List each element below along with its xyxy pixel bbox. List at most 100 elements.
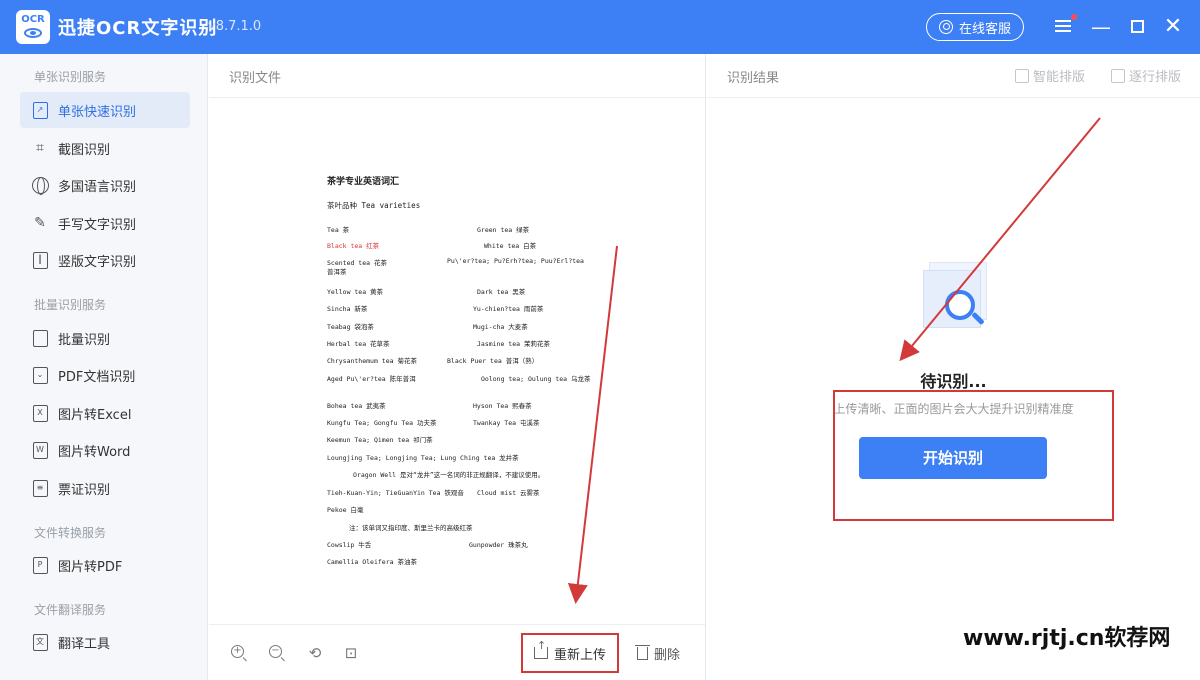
sidebar-item-to-pdf[interactable]: P 图片转PDF [20,547,190,583]
ticket-icon: ≡ [30,478,50,498]
hamburger-menu-icon [1055,20,1071,32]
document-row: 普洱茶 [327,268,347,276]
user-icon [938,20,953,34]
file-panel-header: 识别文件 [209,54,705,98]
zoom-out-icon: − [269,645,282,658]
fit-button[interactable]: ⊡ [341,643,361,663]
zoom-out-button[interactable]: − [267,643,287,663]
document-row: Tea 茶 Green tea 绿茶 [327,226,530,234]
zoom-in-button[interactable]: + [229,643,249,663]
fit-screen-icon: ⊡ [344,644,358,662]
document-row: Sincha 新茶 Yu-chien?tea 雨前茶 [327,305,544,313]
document-row: 注：该单词又指印度、斯里兰卡的高级红茶 [349,524,473,532]
title-bar: OCR 迅捷OCR文字识别 v8.7.1.0 在线客服 — ✕ [0,0,1200,54]
sidebar-item-label: 单张快速识别 [58,104,137,120]
sidebar-item-translate[interactable]: 文 翻译工具 [20,624,190,660]
document-row: Black tea 红茶 White tea 白茶 [327,242,537,250]
document-row: Keemun Tea; Qimen tea 祁门茶 [327,436,433,444]
sidebar-item-word[interactable]: W 图片转Word [20,432,190,468]
delete-label: 删除 [654,647,681,663]
excel-icon: X [30,403,50,423]
app-title: 迅捷OCR文字识别 [58,18,218,39]
sidebar-item-multilang[interactable]: 多国语言识别 [20,167,190,203]
document-row: Aged Pu\'er?tea 陈年普洱 Oolong tea; Oulung t… [327,375,591,383]
app-version: v8.7.1.0 [208,19,262,34]
translate-icon: 文 [30,632,50,652]
result-panel-title: 识别结果 [727,71,780,86]
word-icon: W [30,440,50,460]
result-panel-header: 识别结果 智能排版 逐行排版 [707,54,1200,98]
sidebar-item-label: 截图识别 [58,142,111,158]
sidebar-item-label: 票证识别 [58,482,111,498]
sidebar-item-label: 手写文字识别 [58,217,137,233]
quick-scan-icon: ↗ [30,100,50,120]
sidebar-item-label: 竖版文字识别 [58,254,137,270]
document-row: Tieh-Kuan-Yin; TieGuanYin Tea 铁观音 Cloud m… [327,489,540,497]
sidebar-group-title: 文件转换服务 [34,526,107,540]
smart-layout-button[interactable]: 智能排版 [1015,66,1085,85]
document-subheading: 茶叶品种 Tea varieties [327,201,421,210]
sidebar-item-label: 图片转Excel [58,407,132,423]
sidebar-item-label: PDF文档识别 [58,369,136,385]
line-layout-icon [1111,68,1125,83]
file-panel-footer: + − ⟲ ⊡ 重新上传 删除 [209,624,705,680]
watermark: www.rjtj.cn软荐网 [963,626,1171,651]
sidebar: 单张识别服务 ↗ 单张快速识别 ⌗ 截图识别 多国语言识别 ✎ 手写文字识别 ┃… [0,54,208,680]
file-panel-title: 识别文件 [229,71,282,86]
sidebar-item-handwriting[interactable]: ✎ 手写文字识别 [20,205,190,241]
sidebar-item-label: 图片转PDF [58,559,123,575]
app-logo-text: OCR [21,14,45,25]
online-service-label: 在线客服 [958,21,1011,37]
sidebar-item-ticket[interactable]: ≡ 票证识别 [20,470,190,506]
document-row: Herbal tea 花草茶 Jasmine tea 茉莉花茶 [327,340,550,348]
line-layout-button[interactable]: 逐行排版 [1111,66,1181,85]
sidebar-group-title: 文件翻译服务 [34,603,107,617]
magnifier-illustration-icon [923,262,993,328]
document-row: Loungjing Tea; Longjing Tea; Lung Ching … [327,454,519,462]
smart-layout-label: 智能排版 [1033,70,1086,85]
sidebar-item-label: 多国语言识别 [58,179,137,195]
maximize-icon [1130,20,1144,33]
document-row: Yellow tea 黄茶 Dark tea 黑茶 [327,288,526,296]
rotate-button[interactable]: ⟲ [305,643,325,663]
close-button[interactable]: ✕ [1160,14,1186,40]
sidebar-group-title: 单张识别服务 [34,70,107,84]
maximize-button[interactable] [1124,14,1150,40]
sidebar-item-vertical[interactable]: ┃ 竖版文字识别 [20,242,190,278]
trash-icon [635,644,650,660]
sidebar-item-label: 图片转Word [58,444,131,460]
document-row: Teabag 袋泡茶 Mugi-cha 大麦茶 [327,323,528,331]
delete-button[interactable]: 删除 [635,639,681,667]
file-panel: 识别文件 茶学专业英语词汇 茶叶品种 Tea varieties Tea 茶 Gr… [209,54,706,680]
upload-icon [533,639,548,659]
notification-dot [1071,14,1077,20]
sidebar-item-pdf[interactable]: ⌄ PDF文档识别 [20,357,190,393]
reupload-button[interactable]: 重新上传 [521,633,619,673]
sidebar-group-title: 批量识别服务 [34,298,107,312]
sidebar-item-excel[interactable]: X 图片转Excel [20,395,190,431]
globe-icon [30,175,50,195]
sidebar-item-single-quick[interactable]: ↗ 单张快速识别 [20,92,190,128]
document-heading: 茶学专业英语词汇 [327,177,400,187]
sidebar-item-label: 批量识别 [58,332,111,348]
waiting-title: 待识别... [920,372,987,391]
document-row: Pekoe 白毫 [327,506,364,514]
app-logo-icon: OCR [16,10,50,44]
document-row: Camellia Oleifera 茶油茶 [327,558,417,566]
rotate-icon: ⟲ [308,644,322,662]
pen-icon: ✎ [34,215,46,231]
pdf-convert-icon: P [30,555,50,575]
crop-icon: ⌗ [36,140,44,156]
smart-layout-icon [1015,68,1029,83]
online-service-button[interactable]: 在线客服 [926,13,1024,41]
document-row: Kungfu Tea; Gongfu Tea 功夫茶 Twankay Tea 屯溪… [327,419,540,427]
sidebar-item-batch[interactable]: 批量识别 [20,320,190,356]
sidebar-item-label: 翻译工具 [58,636,111,652]
zoom-in-icon: + [231,645,244,658]
document-row: Bohea tea 武夷茶 Hyson Tea 熙春茶 [327,402,532,410]
minimize-button[interactable]: — [1088,14,1114,40]
sidebar-item-screenshot[interactable]: ⌗ 截图识别 [20,130,190,166]
reupload-label: 重新上传 [553,647,606,663]
document-preview: 茶学专业英语词汇 茶叶品种 Tea varieties Tea 茶 Green t… [327,166,591,576]
result-panel: 识别结果 智能排版 逐行排版 待识别... 上传清晰、正面的图片会大大提升识别精… [707,54,1200,680]
